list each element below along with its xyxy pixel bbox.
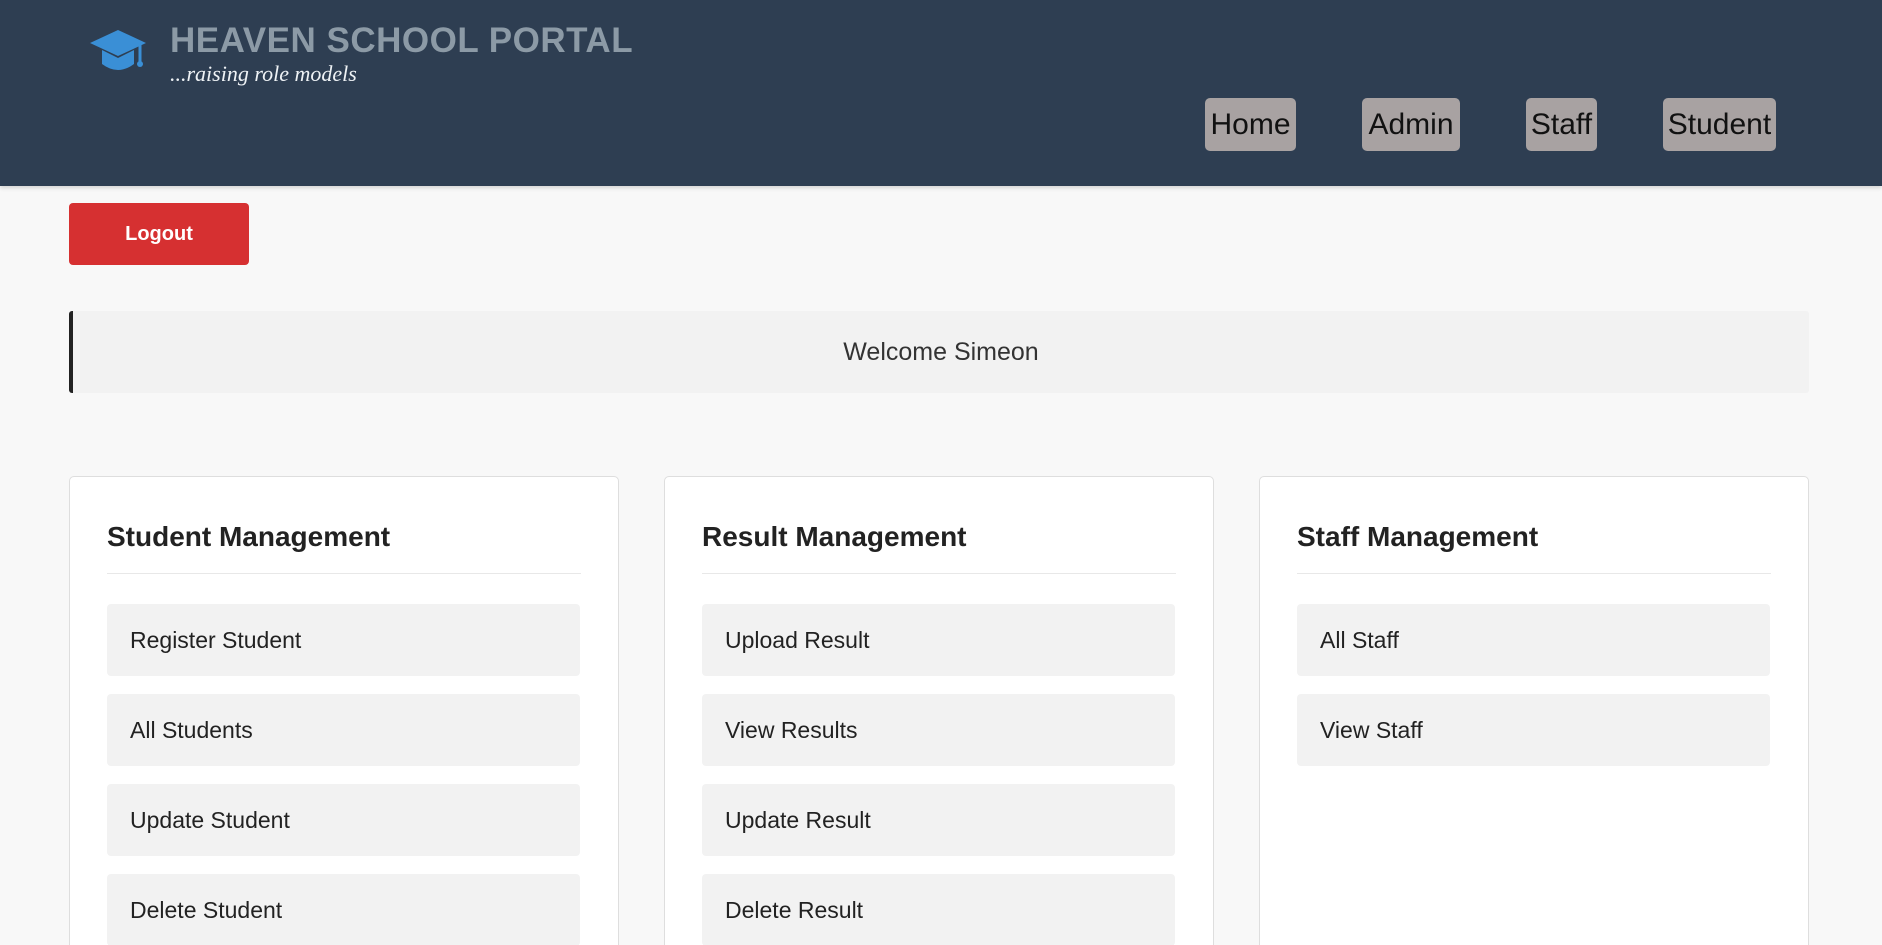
site-tagline: ...raising role models xyxy=(170,61,357,86)
brand[interactable]: HEAVEN SCHOOL PORTAL ...raising role mod… xyxy=(88,22,633,87)
graduation-cap-icon xyxy=(90,30,146,70)
welcome-banner: Welcome Simeon xyxy=(69,311,1809,393)
delete-result-link[interactable]: Delete Result xyxy=(702,874,1175,945)
card-title: Student Management xyxy=(107,521,391,552)
staff-management-card: Staff Management All Staff View Staff xyxy=(1259,476,1809,945)
welcome-text: Welcome Simeon xyxy=(843,337,1039,366)
view-results-link[interactable]: View Results xyxy=(702,694,1175,766)
nav-home-button[interactable]: Home xyxy=(1205,98,1296,151)
header: HEAVEN SCHOOL PORTAL ...raising role mod… xyxy=(0,0,1882,186)
update-result-link[interactable]: Update Result xyxy=(702,784,1175,856)
view-staff-link[interactable]: View Staff xyxy=(1297,694,1770,766)
nav-student-button[interactable]: Student xyxy=(1663,98,1776,151)
update-student-link[interactable]: Update Student xyxy=(107,784,580,856)
nav-admin-button[interactable]: Admin xyxy=(1362,98,1460,151)
site-title: HEAVEN SCHOOL PORTAL xyxy=(170,21,634,60)
all-students-link[interactable]: All Students xyxy=(107,694,580,766)
all-staff-link[interactable]: All Staff xyxy=(1297,604,1770,676)
card-title: Result Management xyxy=(702,521,967,552)
divider xyxy=(702,573,1176,574)
student-management-card: Student Management Register Student All … xyxy=(69,476,619,945)
upload-result-link[interactable]: Upload Result xyxy=(702,604,1175,676)
divider xyxy=(1297,573,1771,574)
divider xyxy=(107,573,581,574)
register-student-link[interactable]: Register Student xyxy=(107,604,580,676)
nav-staff-button[interactable]: Staff xyxy=(1526,98,1597,151)
result-management-card: Result Management Upload Result View Res… xyxy=(664,476,1214,945)
logout-button[interactable]: Logout xyxy=(69,203,249,265)
delete-student-link[interactable]: Delete Student xyxy=(107,874,580,945)
card-title: Staff Management xyxy=(1297,521,1539,552)
